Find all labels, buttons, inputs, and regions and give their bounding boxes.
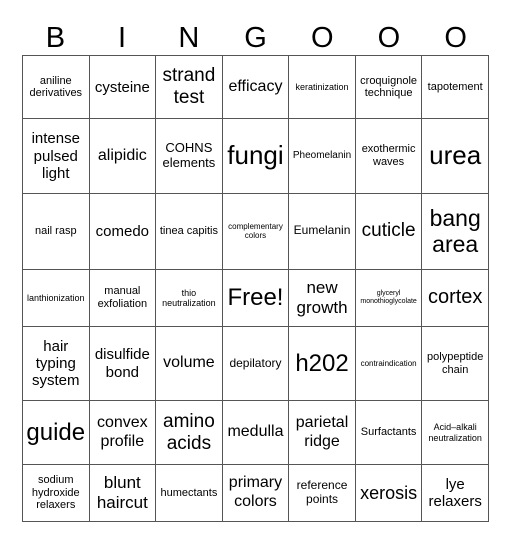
- bingo-cell[interactable]: reference points: [288, 463, 356, 523]
- header-letter: I: [118, 22, 127, 54]
- bingo-header: B I N G O O O: [22, 20, 489, 56]
- bingo-cell[interactable]: aniline derivatives: [22, 54, 90, 120]
- bingo-cell[interactable]: fungi: [221, 118, 290, 194]
- bingo-row: intense pulsed light alipidic COHNS elemen…: [22, 118, 489, 194]
- bingo-cell[interactable]: glyceryl monothioglycolate: [354, 268, 423, 327]
- header-letter: O: [310, 22, 334, 54]
- header-letter: G: [244, 22, 267, 54]
- bingo-cell[interactable]: Eumelanin: [288, 192, 356, 270]
- bingo-cell[interactable]: disulfide bond: [88, 325, 157, 402]
- free-space-cell[interactable]: Free!: [221, 268, 290, 327]
- bingo-cell[interactable]: volume: [155, 325, 223, 402]
- bingo-cell[interactable]: thio neutralization: [155, 268, 223, 327]
- bingo-cell[interactable]: contraindication: [354, 325, 423, 402]
- bingo-cell[interactable]: polypeptide chain: [421, 325, 489, 402]
- bingo-cell[interactable]: Surfactants: [354, 400, 423, 465]
- bingo-cell[interactable]: urea: [421, 118, 489, 194]
- bingo-cell[interactable]: nail rasp: [22, 192, 90, 270]
- bingo-cell[interactable]: manual exfoliation: [88, 268, 157, 327]
- bingo-cell[interactable]: tapotement: [421, 54, 489, 120]
- bingo-cell[interactable]: Pheomelanin: [288, 118, 356, 194]
- bingo-row: lanthionization manual exfoliation thio ne…: [22, 268, 489, 327]
- bingo-row: guide convex profile amino acids medulla par…: [22, 400, 489, 465]
- bingo-row: nail rasp comedo tinea capitis complementar…: [22, 192, 489, 270]
- bingo-cell[interactable]: lanthionization: [22, 268, 90, 327]
- bingo-row: hair typing system disulfide bond volume de…: [22, 325, 489, 402]
- bingo-row: aniline derivatives cysteine strand test ef…: [22, 54, 489, 120]
- bingo-cell[interactable]: sodium hydroxide relaxers: [22, 463, 90, 523]
- bingo-cell[interactable]: comedo: [88, 192, 157, 270]
- bingo-cell[interactable]: intense pulsed light: [22, 118, 90, 194]
- bingo-cell[interactable]: exothermic waves: [354, 118, 423, 194]
- header-letter: B: [45, 22, 66, 54]
- bingo-cell[interactable]: amino acids: [155, 400, 223, 465]
- bingo-cell[interactable]: convex profile: [88, 400, 157, 465]
- bingo-cell[interactable]: humectants: [155, 463, 223, 523]
- header-letter: O: [377, 22, 401, 54]
- bingo-cell[interactable]: COHNS elements: [155, 118, 223, 194]
- bingo-cell[interactable]: strand test: [155, 54, 223, 120]
- bingo-cell[interactable]: keratinization: [288, 54, 356, 120]
- bingo-cell[interactable]: efficacy: [221, 54, 290, 120]
- header-letter: O: [444, 22, 467, 54]
- bingo-cell[interactable]: xerosis: [354, 463, 423, 523]
- bingo-card: aniline derivatives cysteine strand test ef…: [22, 54, 489, 523]
- bingo-cell[interactable]: hair typing system: [22, 325, 90, 402]
- bingo-cell[interactable]: cuticle: [354, 192, 423, 270]
- bingo-cell[interactable]: guide: [22, 400, 90, 465]
- bingo-cell[interactable]: blunt haircut: [88, 463, 157, 523]
- bingo-cell[interactable]: h202: [288, 325, 356, 402]
- header-letter: N: [178, 22, 200, 54]
- bingo-cell[interactable]: croquignole technique: [354, 54, 423, 120]
- bingo-cell[interactable]: medulla: [221, 400, 290, 465]
- bingo-cell[interactable]: bang area: [421, 192, 489, 270]
- bingo-cell[interactable]: Acid–alkali neutralization: [421, 400, 489, 465]
- bingo-cell[interactable]: cortex: [421, 268, 489, 327]
- bingo-cell[interactable]: complementary colors: [221, 192, 290, 270]
- bingo-cell[interactable]: lye relaxers: [421, 463, 489, 523]
- bingo-cell[interactable]: alipidic: [88, 118, 157, 194]
- bingo-cell[interactable]: new growth: [288, 268, 356, 327]
- bingo-cell[interactable]: depilatory: [221, 325, 290, 402]
- bingo-cell[interactable]: tinea capitis: [155, 192, 223, 270]
- bingo-cell[interactable]: parietal ridge: [288, 400, 356, 465]
- bingo-cell[interactable]: cysteine: [88, 54, 157, 120]
- bingo-cell[interactable]: primary colors: [221, 463, 290, 523]
- bingo-row: sodium hydroxide relaxers blunt haircut hu…: [22, 463, 489, 523]
